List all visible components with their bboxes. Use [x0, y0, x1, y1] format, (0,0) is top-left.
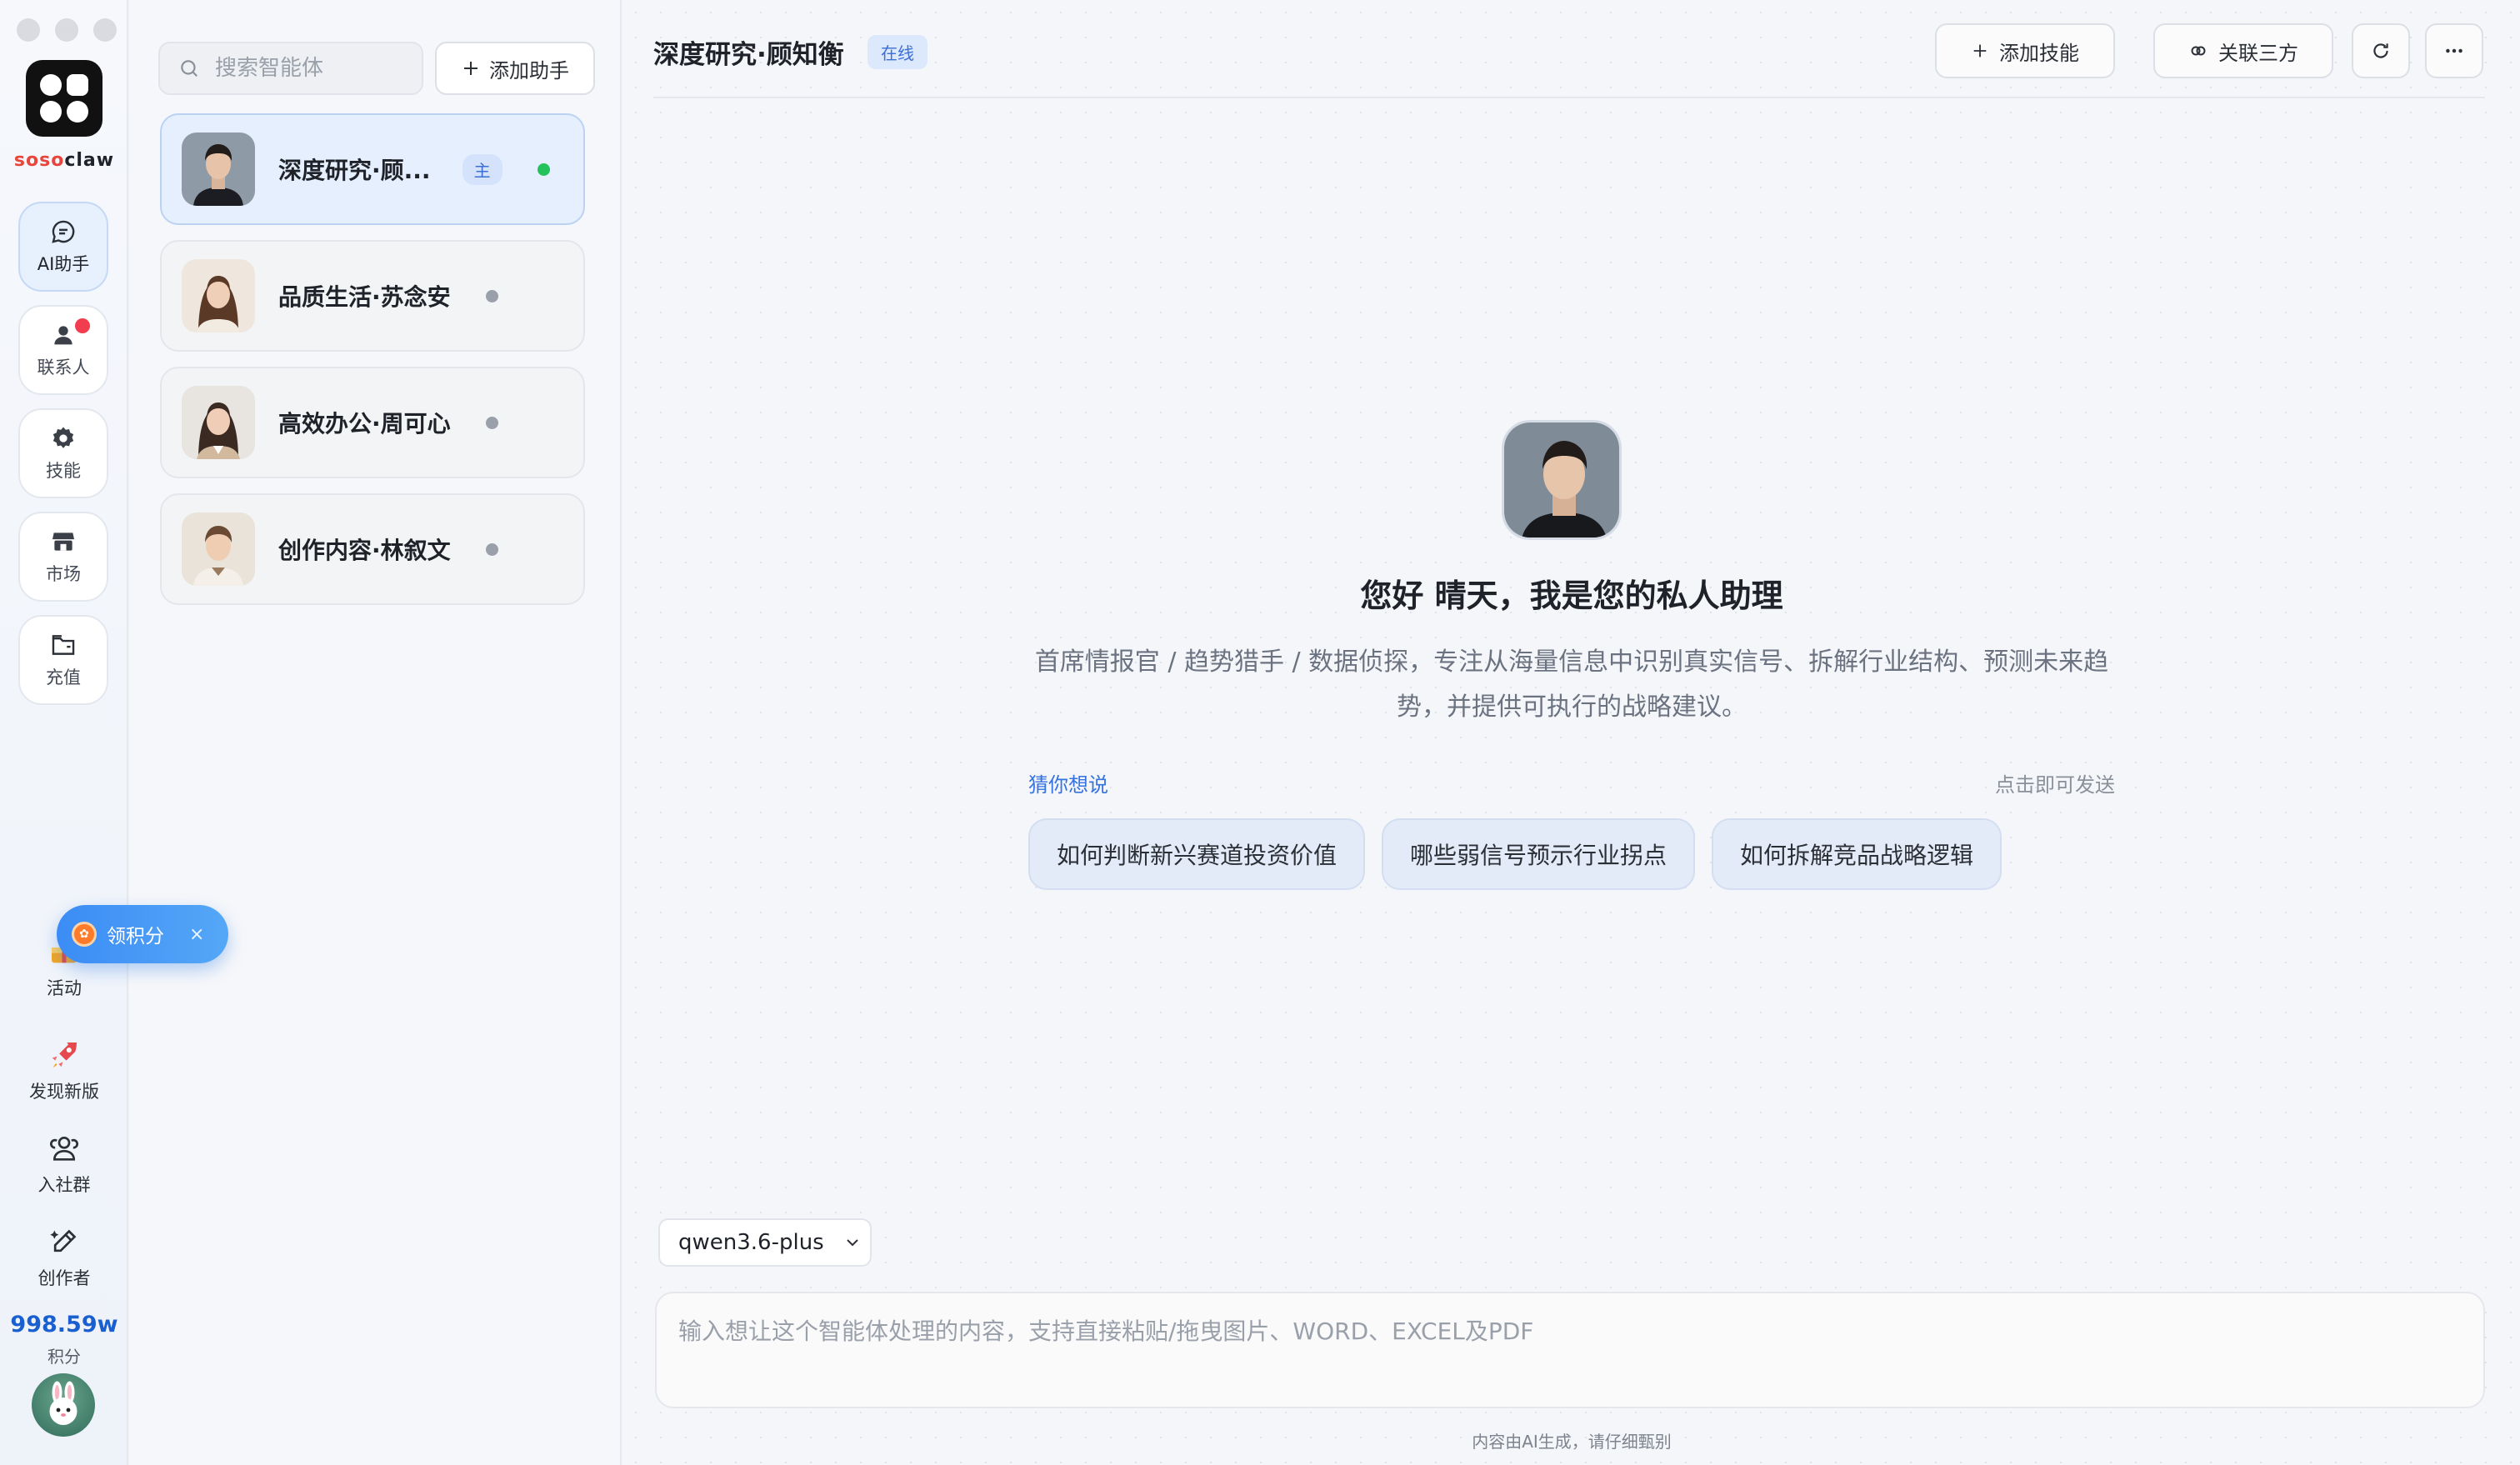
- claim-points-pill[interactable]: ✿ 领积分 ×: [57, 905, 228, 963]
- group-icon: [50, 1137, 78, 1161]
- points-label: 积分: [48, 1347, 81, 1367]
- refresh-icon: [2373, 43, 2388, 58]
- rail-item-recharge[interactable]: 充值: [18, 615, 108, 705]
- link-third-party-button[interactable]: 关联三方: [2153, 23, 2333, 78]
- suggestion-hint: 点击即可发送: [1995, 773, 2115, 797]
- status-badge: 在线: [868, 35, 928, 69]
- refresh-button[interactable]: [2352, 23, 2410, 78]
- search-icon: [181, 60, 198, 77]
- rail-item-market[interactable]: 市场: [18, 512, 108, 602]
- agent-avatar: [182, 132, 255, 206]
- offline-status-dot: [485, 416, 498, 429]
- online-status-dot: [537, 162, 550, 176]
- plus-icon: [464, 62, 478, 75]
- welcome-title: 您好 晴天，我是您的私人助理: [1360, 578, 1783, 614]
- user-avatar[interactable]: [32, 1373, 95, 1437]
- agent-name: 品质生活·苏念安: [278, 283, 451, 311]
- agent-item-content-creation[interactable]: 创作内容·林叙文: [160, 493, 585, 605]
- suggestion-chip[interactable]: 如何判断新兴赛道投资价值: [1028, 818, 1365, 890]
- rail-item-contacts[interactable]: 联系人: [18, 305, 108, 395]
- suggestion-chip[interactable]: 哪些弱信号预示行业拐点: [1382, 818, 1695, 890]
- more-icon: [2446, 48, 2462, 53]
- rabbit-avatar-icon: [49, 1381, 78, 1425]
- add-skill-button[interactable]: 添加技能: [1935, 23, 2115, 78]
- search-box[interactable]: [158, 42, 423, 95]
- close-icon[interactable]: ×: [189, 924, 204, 945]
- agent-name: 高效办公·周可心: [278, 410, 451, 438]
- rail-item-creator[interactable]: 创作者: [0, 1225, 128, 1290]
- ai-disclaimer: 内容由AI生成，请仔细甄别: [1472, 1432, 1672, 1452]
- chat-main: 深度研究·顾知衡 在线 添加技能 关联三方 您好 晴天，我是您的私人助理 首席情…: [623, 0, 2520, 1465]
- welcome-description: 首席情报官 / 趋势猎手 / 数据侦探，专注从海量信息中识别真实信号、拆解行业结…: [1034, 648, 2109, 722]
- coin-icon: ✿: [72, 922, 97, 947]
- rail-item-skills[interactable]: 技能: [18, 408, 108, 498]
- assistant-avatar: [1502, 420, 1622, 540]
- agent-avatar: [182, 259, 255, 332]
- rocket-icon: [52, 1042, 77, 1068]
- plus-icon: [1973, 44, 1987, 58]
- window-zoom-button[interactable]: [93, 18, 117, 42]
- more-button[interactable]: [2425, 23, 2483, 78]
- link-icon: [2191, 46, 2206, 56]
- agent-avatar: [182, 512, 255, 586]
- search-input[interactable]: [215, 56, 398, 81]
- brand-name: sosoclaw: [13, 150, 115, 171]
- store-icon: [52, 532, 75, 551]
- gear-icon: [52, 427, 74, 448]
- rail-item-community[interactable]: 入社群: [0, 1132, 128, 1197]
- rail-item-ai-assistant[interactable]: AI助手: [18, 202, 108, 292]
- offline-status-dot: [485, 289, 498, 302]
- left-rail: sosoclaw AI助手 联系人 技能 市场 充值 活动 发现新版 入社群 创…: [0, 0, 128, 1465]
- agent-list-panel: 添加助手 深度研究·顾... 主 品质生活·苏念安 高效办公·周可心 创作内容·…: [130, 0, 622, 1465]
- user-icon: [54, 326, 72, 345]
- agent-item-quality-life[interactable]: 品质生活·苏念安: [160, 240, 585, 352]
- notification-badge: [75, 318, 90, 333]
- app-logo: [26, 60, 102, 137]
- offline-status-dot: [485, 542, 498, 556]
- page-title: 深度研究·顾知衡: [653, 40, 844, 70]
- message-input[interactable]: [678, 1313, 2462, 1388]
- primary-tag: 主: [462, 153, 502, 185]
- message-composer: [655, 1292, 2485, 1408]
- model-select[interactable]: qwen3.6-plus: [658, 1218, 872, 1267]
- model-name: qwen3.6-plus: [678, 1230, 824, 1255]
- window-close-button[interactable]: [17, 18, 40, 42]
- chat-icon: [52, 220, 75, 243]
- pen-icon: [50, 1229, 77, 1252]
- suggestion-label: 猜你想说: [1028, 773, 1108, 797]
- suggestion-chip[interactable]: 如何拆解竞品战略逻辑: [1712, 818, 2002, 890]
- window-minimize-button[interactable]: [55, 18, 78, 42]
- agent-item-efficient-office[interactable]: 高效办公·周可心: [160, 367, 585, 478]
- window-controls: [17, 18, 117, 42]
- agent-item-deep-research[interactable]: 深度研究·顾... 主: [160, 113, 585, 225]
- claim-points-label: 领积分: [107, 926, 164, 948]
- agent-name: 深度研究·顾...: [278, 157, 431, 184]
- rail-item-new-version[interactable]: 发现新版: [0, 1038, 128, 1103]
- agent-avatar: [182, 386, 255, 459]
- wallet-icon: [52, 635, 75, 655]
- agent-name: 创作内容·林叙文: [278, 537, 451, 564]
- chevron-down-icon: [847, 1239, 858, 1247]
- add-assistant-button[interactable]: 添加助手: [435, 42, 595, 95]
- points-value: 998.59w: [10, 1312, 118, 1338]
